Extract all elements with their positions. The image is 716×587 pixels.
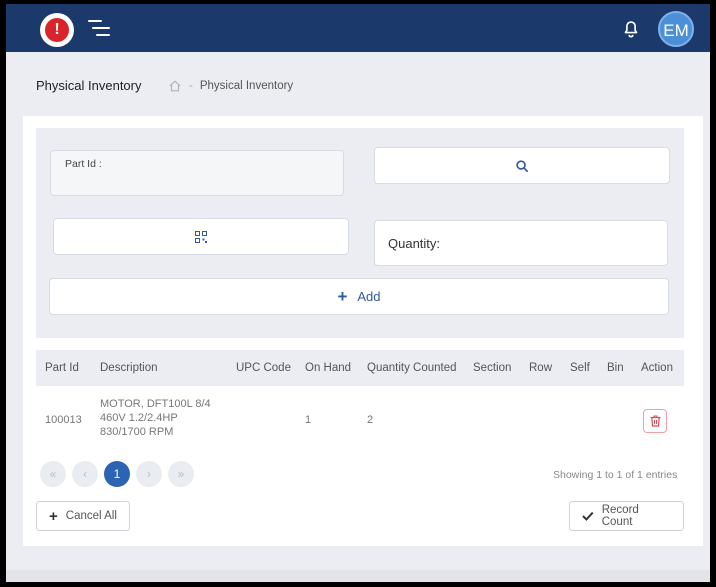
entries-info: Showing 1 to 1 of 1 entries [553, 469, 678, 481]
user-avatar[interactable]: EM [658, 11, 694, 47]
col-quantity-counted[interactable]: Quantity Counted [367, 362, 457, 374]
col-on-hand[interactable]: On Hand [305, 362, 351, 374]
quantity-field[interactable]: Quantity: [374, 220, 668, 266]
record-count-label: Record Count [601, 504, 639, 528]
alert-logo-icon: ! [45, 18, 69, 42]
part-id-field[interactable]: Part Id : [50, 150, 344, 196]
trash-icon [650, 415, 661, 427]
cancel-all-label: Cancel All [65, 510, 117, 522]
table-header: Part Id Description UPC Code On Hand Qua… [36, 350, 684, 386]
bottom-strip [6, 570, 710, 582]
pagination: « ‹ 1 › » [40, 461, 194, 487]
breadcrumb-separator: - [189, 80, 193, 92]
add-label: Add [357, 289, 381, 304]
plus-icon: + [337, 286, 348, 306]
add-button[interactable]: + Add [49, 278, 669, 315]
col-part-id[interactable]: Part Id [45, 362, 79, 374]
home-icon[interactable] [168, 79, 182, 93]
col-section[interactable]: Section [473, 362, 511, 374]
col-self[interactable]: Self [570, 362, 590, 374]
search-button[interactable] [374, 147, 670, 184]
breadcrumb-current: Physical Inventory [199, 80, 294, 92]
col-row[interactable]: Row [529, 362, 552, 374]
cell-part-id: 100013 [45, 414, 82, 426]
record-count-button[interactable]: Record Count [569, 501, 684, 531]
cell-on-hand: 1 [305, 414, 312, 426]
menu-icon[interactable] [88, 19, 110, 37]
col-action: Action [641, 362, 673, 374]
cell-description: MOTOR, DFT100L 8/4 460V 1.2/2.4HP 830/17… [100, 398, 211, 438]
breadcrumb: - Physical Inventory [168, 79, 293, 93]
last-page-button[interactable]: » [168, 461, 194, 487]
col-upc-code[interactable]: UPC Code [236, 362, 291, 374]
table-row: 100013 MOTOR, DFT100L 8/4 460V 1.2/2.4HP… [36, 392, 684, 450]
col-bin[interactable]: Bin [607, 362, 624, 374]
inventory-card: Part Id : Quantity: + Add Part Id Descri… [23, 116, 703, 546]
app-logo[interactable]: ! [40, 13, 74, 47]
check-icon [582, 511, 594, 521]
entry-form: Part Id : Quantity: + Add [36, 128, 684, 338]
cell-quantity-counted: 2 [367, 414, 374, 426]
plus-icon: + [49, 507, 58, 525]
qr-code-icon [195, 230, 207, 243]
delete-button[interactable] [643, 409, 667, 433]
first-page-button[interactable]: « [40, 461, 66, 487]
quantity-label: Quantity: [388, 236, 441, 251]
page-title: Physical Inventory [36, 78, 142, 93]
bell-icon[interactable] [620, 17, 642, 39]
prev-page-button[interactable]: ‹ [72, 461, 98, 487]
top-navbar: ! EM [6, 4, 710, 52]
page-1-button[interactable]: 1 [104, 461, 130, 487]
search-icon [516, 159, 528, 172]
cancel-all-button[interactable]: + Cancel All [36, 501, 130, 531]
app-window: ! EM Physical Inventory - Physical Inven… [6, 4, 710, 582]
next-page-button[interactable]: › [136, 461, 162, 487]
scan-barcode-button[interactable] [53, 218, 349, 255]
part-id-label: Part Id : [65, 158, 102, 170]
col-description[interactable]: Description [100, 362, 158, 374]
